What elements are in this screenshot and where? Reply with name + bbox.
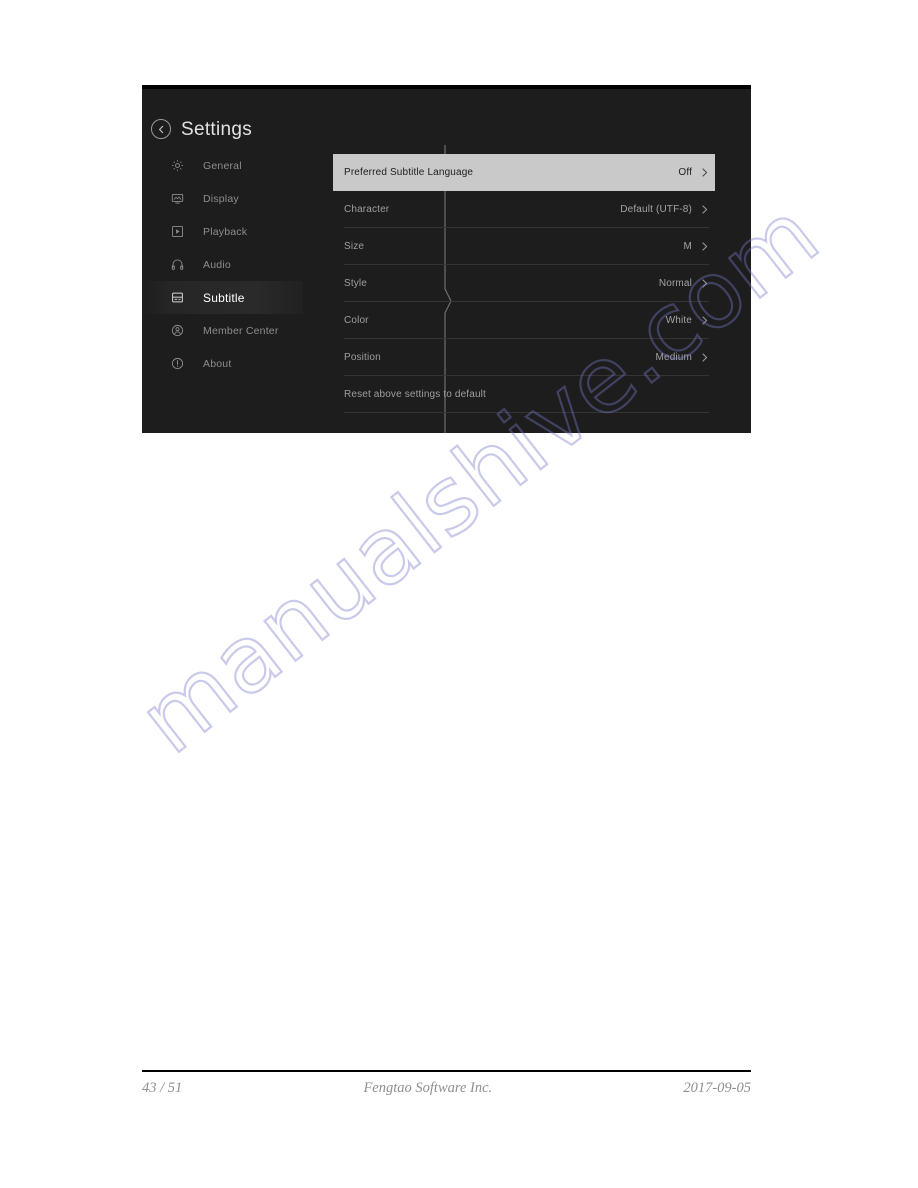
setting-value: M [683,241,692,252]
setting-label: Color [344,315,369,326]
setting-row-color[interactable]: Color White [333,302,715,339]
chevron-right-icon [701,241,709,252]
settings-screenshot-panel: Settings General Display Playback Audio … [142,85,751,433]
setting-row-position[interactable]: Position Medium [333,339,715,376]
sidebar-item-audio[interactable]: Audio [142,248,303,281]
settings-header: Settings [142,109,252,149]
setting-value: White [665,315,692,326]
setting-row-style[interactable]: Style Normal [333,265,715,302]
person-circle-icon [170,324,184,338]
setting-label: Size [344,241,365,252]
sidebar-item-label: Subtitle [203,290,245,305]
setting-value: Off [678,167,692,178]
setting-label: Character [344,204,390,215]
sidebar-item-label: Display [203,192,239,205]
footer-date: 2017-09-05 [683,1079,751,1096]
setting-label: Preferred Subtitle Language [344,167,474,178]
setting-row-preferred-subtitle-language[interactable]: Preferred Subtitle Language Off [333,154,715,191]
setting-label: Position [344,352,381,363]
back-chevron-circle-icon[interactable] [151,119,171,139]
sidebar-item-member-center[interactable]: Member Center [142,314,303,347]
footer-rule [142,1070,751,1072]
footer-company: Fengtao Software Inc. [363,1079,493,1096]
settings-sidebar: General Display Playback Audio Subtitle … [142,149,303,433]
setting-row-size[interactable]: Size M [333,228,715,265]
setting-label: Style [344,278,367,289]
subtitle-settings-list: Preferred Subtitle Language Off Characte… [333,154,715,424]
panel-top-rule [142,85,751,89]
monitor-icon [170,192,184,206]
chevron-right-icon [701,204,709,215]
sidebar-item-label: Audio [203,258,231,271]
sidebar-item-general[interactable]: General [142,149,303,182]
chevron-right-icon [701,315,709,326]
page-footer: 43 / 51 Fengtao Software Inc. 2017-09-05 [142,1077,751,1099]
setting-value: Default (UTF-8) [620,204,692,215]
sidebar-item-label: About [203,357,232,370]
page-title: Settings [181,118,253,140]
play-box-icon [170,225,184,239]
setting-value: Medium [655,352,692,363]
gear-icon [170,159,184,173]
setting-label: Reset above settings to default [344,389,486,400]
row-divider [344,412,709,413]
sidebar-item-display[interactable]: Display [142,182,303,215]
sidebar-item-label: Member Center [203,324,279,337]
sidebar-item-playback[interactable]: Playback [142,215,303,248]
info-circle-icon [170,357,184,371]
sidebar-item-about[interactable]: About [142,347,303,380]
setting-value: Normal [658,278,692,289]
setting-row-character[interactable]: Character Default (UTF-8) [333,191,715,228]
chevron-right-icon [701,278,709,289]
headphones-icon [170,258,184,272]
setting-row-reset-to-default[interactable]: Reset above settings to default [333,376,715,413]
chevron-right-icon [701,167,709,178]
sidebar-item-label: Playback [203,225,248,238]
sidebar-item-label: General [203,159,242,172]
subtitle-box-icon [170,291,184,305]
sidebar-item-subtitle[interactable]: Subtitle [142,281,303,314]
chevron-right-icon [701,352,709,363]
